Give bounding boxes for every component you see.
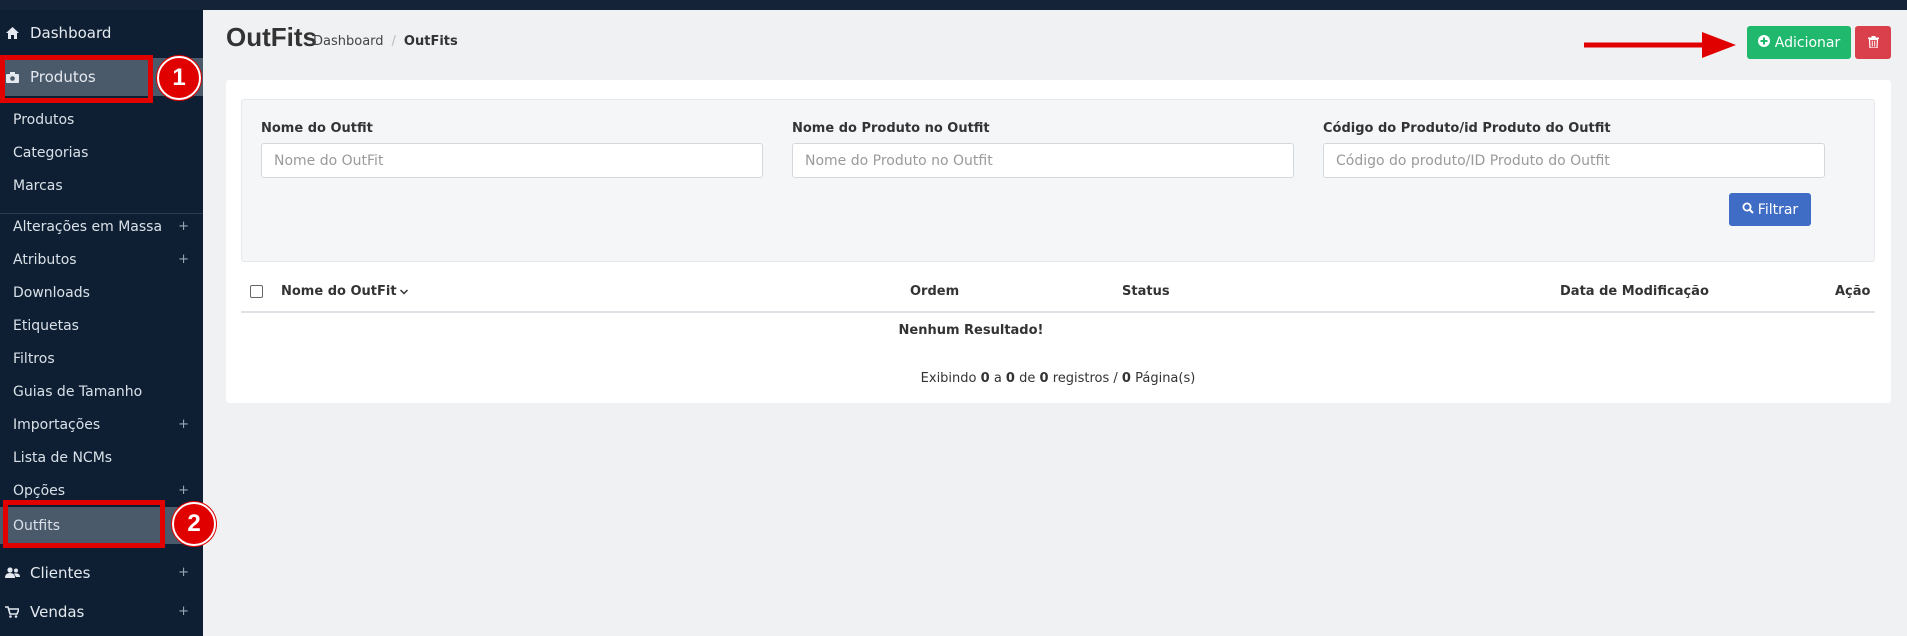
column-header-action: Ação xyxy=(1835,284,1871,299)
pagination-to: 0 xyxy=(1005,371,1015,386)
chevron-down-icon xyxy=(399,284,408,299)
home-icon xyxy=(4,26,20,39)
sub-label: Produtos xyxy=(13,111,75,128)
column-header-status: Status xyxy=(1122,284,1170,299)
sidebar-sub-atributos[interactable]: Atributos + xyxy=(0,243,203,276)
sidebar-sub-importacoes[interactable]: Importações + xyxy=(0,408,203,441)
add-button-label: Adicionar xyxy=(1774,34,1841,51)
pagination-records-word: registros / xyxy=(1052,371,1118,386)
sidebar-sub-alteracoes-em-massa[interactable]: Alterações em Massa + xyxy=(0,210,203,243)
annotation-badge-1: 1 xyxy=(157,56,201,100)
column-header-order: Ordem xyxy=(910,284,960,299)
annotation-badge-2: 2 xyxy=(172,502,216,546)
sub-label: Categorias xyxy=(13,144,89,161)
outfit-name-input[interactable] xyxy=(261,143,763,178)
sub-label: Filtros xyxy=(13,350,55,367)
column-name-label: Nome do OutFit xyxy=(281,284,397,299)
sidebar-sub-marcas[interactable]: Marcas xyxy=(0,169,203,202)
breadcrumb-current: OutFits xyxy=(403,34,458,49)
cart-icon xyxy=(4,605,20,618)
sidebar-sub-categorias[interactable]: Categorias xyxy=(0,136,203,169)
sidebar-sub-etiquetas[interactable]: Etiquetas xyxy=(0,309,203,342)
sidebar-sub-lista-de-ncms[interactable]: Lista de NCMs xyxy=(0,441,203,474)
plus-circle-icon xyxy=(1757,34,1770,51)
sub-label: Lista de NCMs xyxy=(13,449,113,466)
sub-label: Importações xyxy=(13,416,101,433)
breadcrumb-dashboard[interactable]: Dashboard xyxy=(313,34,384,49)
pagination-from: 0 xyxy=(980,371,990,386)
trash-icon xyxy=(1867,33,1879,52)
column-header-name[interactable]: Nome do OutFit xyxy=(281,284,408,299)
expand-plus-icon[interactable]: + xyxy=(178,417,189,432)
filter-label-outfit-name: Nome do Outfit xyxy=(261,121,373,136)
sub-label: Atributos xyxy=(13,251,77,268)
add-button[interactable]: Adicionar xyxy=(1747,26,1851,59)
select-all-checkbox[interactable] xyxy=(250,285,263,298)
empty-result-message: Nenhum Resultado! xyxy=(898,323,1044,338)
expand-plus-icon[interactable]: + xyxy=(178,565,189,580)
annotation-highlight-outfits xyxy=(3,500,165,548)
top-bar xyxy=(0,0,1907,10)
product-code-input[interactable] xyxy=(1323,143,1825,178)
pagination-pages: 0 xyxy=(1121,371,1131,386)
sub-label: Downloads xyxy=(13,284,90,301)
breadcrumb: Dashboard / OutFits xyxy=(313,34,458,49)
sub-label: Marcas xyxy=(13,177,63,194)
delete-button[interactable] xyxy=(1855,26,1891,59)
users-icon xyxy=(4,567,20,578)
sidebar-label-vendas: Vendas xyxy=(30,602,85,621)
sub-label: Alterações em Massa xyxy=(13,218,163,235)
sidebar-sub-guias-de-tamanho[interactable]: Guias de Tamanho xyxy=(0,375,203,408)
sidebar-item-clientes[interactable]: Clientes + xyxy=(0,556,203,589)
sidebar-sub-downloads[interactable]: Downloads xyxy=(0,276,203,309)
sidebar-sub-produtos[interactable]: Produtos xyxy=(0,103,203,136)
filter-label-product-code: Código do Produto/id Produto do Outfit xyxy=(1323,121,1611,136)
sidebar-item-vendas[interactable]: Vendas + xyxy=(0,595,203,628)
annotation-highlight-produtos xyxy=(0,55,153,103)
search-icon xyxy=(1742,202,1754,218)
filter-panel xyxy=(241,99,1875,262)
page-title: OutFits xyxy=(226,22,317,52)
sidebar-item-dashboard[interactable]: Dashboard xyxy=(0,16,203,49)
pagination-info: Exibindo 0 a 0 de 0 registros / 0 Página… xyxy=(241,371,1875,386)
table-header-divider xyxy=(241,311,1875,313)
sub-label: Opções xyxy=(13,482,66,499)
product-name-input[interactable] xyxy=(792,143,1294,178)
filter-button-label: Filtrar xyxy=(1757,201,1799,218)
expand-plus-icon[interactable]: + xyxy=(178,252,189,267)
expand-plus-icon[interactable]: + xyxy=(178,604,189,619)
pagination-to-word: a xyxy=(993,371,1002,386)
sidebar-label-dashboard: Dashboard xyxy=(30,23,112,42)
sub-label: Guias de Tamanho xyxy=(13,383,143,400)
sidebar-label-clientes: Clientes xyxy=(30,563,91,582)
pagination-prefix: Exibindo xyxy=(920,371,977,386)
expand-plus-icon[interactable]: + xyxy=(178,483,189,498)
column-header-modified: Data de Modificação xyxy=(1560,284,1709,299)
pagination-total: 0 xyxy=(1039,371,1049,386)
filter-button[interactable]: Filtrar xyxy=(1729,193,1811,226)
breadcrumb-separator: / xyxy=(391,34,396,49)
expand-plus-icon[interactable]: + xyxy=(178,219,189,234)
pagination-pages-word: Página(s) xyxy=(1135,371,1196,386)
sub-label: Etiquetas xyxy=(13,317,79,334)
sidebar-sub-filtros[interactable]: Filtros xyxy=(0,342,203,375)
annotation-arrow xyxy=(1584,32,1736,58)
filter-label-product-name: Nome do Produto no Outfit xyxy=(792,121,990,136)
pagination-of-word: de xyxy=(1019,371,1036,386)
